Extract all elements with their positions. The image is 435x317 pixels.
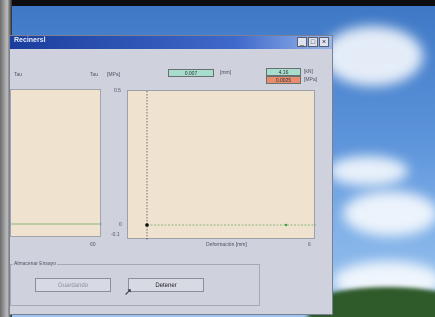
window-title: Recinersl (14, 37, 46, 44)
unit-mpa-label: [MPa] (107, 72, 121, 78)
x-tick-end: 6 (308, 242, 311, 248)
y-tick-top: 0.5 (114, 88, 121, 94)
close-button[interactable]: × (319, 37, 329, 47)
unit-mpa-label-2: [MPa] (304, 77, 318, 83)
origin-point (145, 223, 149, 227)
mouse-cursor-icon: ➚ (124, 287, 133, 298)
unit-mm-label: [mm] (220, 70, 232, 76)
stress-readout: 0.0025 (266, 76, 301, 84)
main-plot-area (127, 90, 316, 240)
y-tick-zero: 0 (119, 222, 122, 228)
main-plot-svg (145, 91, 316, 240)
unit-kn-label: [kN] (304, 69, 313, 75)
x-axis-label: Deformación [mm] (206, 242, 247, 248)
maximize-button[interactable]: □ (308, 37, 318, 47)
window-controls: _ □ × (297, 37, 329, 47)
deformation-readout: 0.007 (168, 69, 214, 77)
group-title: Almacenar Ensayo (13, 261, 57, 267)
cloud (328, 156, 408, 186)
left-plot-svg (11, 223, 102, 225)
current-point (284, 223, 288, 227)
test-window: Recinersl _ □ × Tau Tau [MPa] 0.007 [mm]… (10, 36, 332, 314)
tau-label-left: Tau (14, 72, 23, 78)
left-plot-area (10, 89, 102, 237)
left-x-tick: 60 (90, 242, 96, 248)
saving-button[interactable]: Guardando (35, 278, 111, 292)
cloud (343, 191, 435, 236)
minimize-button[interactable]: _ (297, 37, 307, 47)
store-test-group: Almacenar Ensayo Guardando Detener (10, 261, 260, 306)
tau-label-right: Tau (90, 72, 99, 78)
force-readout: 4.16 (266, 68, 301, 76)
stop-button[interactable]: Detener (128, 278, 204, 292)
titlebar: Recinersl _ □ × (10, 36, 332, 49)
y-tick-bottom: -0.1 (111, 232, 120, 238)
cloud (323, 26, 423, 86)
